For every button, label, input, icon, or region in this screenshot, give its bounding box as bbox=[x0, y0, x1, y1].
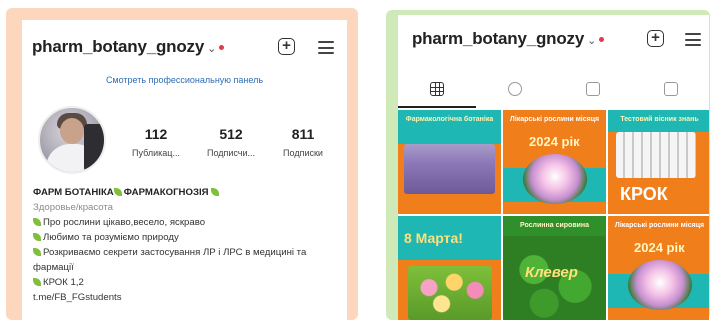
tagged-icon bbox=[664, 82, 678, 96]
bio-line-text: КРОК 1,2 bbox=[43, 277, 84, 288]
post-tile[interactable]: Фармакологічна ботаніка bbox=[398, 110, 501, 214]
grid-username: pharm_botany_gnozy bbox=[412, 29, 585, 48]
tab-grid[interactable] bbox=[398, 72, 476, 108]
post-big-title: КРОК bbox=[620, 184, 668, 204]
bio-line-text: Розкриваємо секрети застосування ЛР і ЛР… bbox=[33, 247, 307, 273]
following-count-label: Подписки bbox=[283, 148, 323, 158]
avatar[interactable] bbox=[38, 106, 106, 174]
bio-line: КРОК 1,2 bbox=[33, 275, 343, 290]
tulips-image bbox=[408, 266, 492, 320]
notification-dot bbox=[599, 37, 605, 43]
bio-name-part1: ФАРМ БОТАНІКА bbox=[33, 187, 114, 198]
profile-panel: pharm_botany_gnozy ⌄ + Смотреть профессио… bbox=[22, 20, 347, 320]
bio-line: Про рослини цікаво,весело, яскраво bbox=[33, 215, 343, 230]
create-post-icon[interactable]: + bbox=[647, 30, 664, 47]
water-lily-image bbox=[628, 260, 692, 310]
tab-tagged[interactable] bbox=[632, 72, 709, 108]
followers-count[interactable]: 512 Подписчи... bbox=[200, 126, 262, 158]
post-heading: Тестовий вісник знань bbox=[620, 116, 699, 123]
following-count[interactable]: 811 Подписки bbox=[272, 126, 334, 158]
tab-guides[interactable] bbox=[554, 72, 632, 108]
bio-category: Здоровье/красота bbox=[33, 202, 114, 213]
tab-reels[interactable] bbox=[476, 72, 554, 108]
posts-count-label: Публикац... bbox=[132, 148, 180, 158]
profile-username-switcher[interactable]: pharm_botany_gnozy ⌄ bbox=[32, 37, 225, 57]
chevron-down-icon: ⌄ bbox=[587, 35, 597, 47]
bio-line: Розкриваємо секрети застосування ЛР і ЛР… bbox=[33, 245, 343, 275]
profile-username: pharm_botany_gnozy bbox=[32, 37, 205, 56]
grid-username-switcher[interactable]: pharm_botany_gnozy ⌄ bbox=[412, 29, 605, 49]
bio-link[interactable]: t.me/FB_FGstudents bbox=[33, 290, 343, 305]
menu-icon[interactable] bbox=[685, 33, 701, 46]
guides-icon bbox=[586, 82, 600, 96]
chevron-down-icon: ⌄ bbox=[207, 43, 217, 55]
post-big-title: Клевер bbox=[525, 264, 578, 281]
leaf-icon bbox=[113, 188, 122, 196]
post-tile[interactable]: Лікарські рослини місяця 2024 рік bbox=[503, 110, 606, 214]
post-tile[interactable]: 8 Марта! bbox=[398, 216, 501, 320]
post-heading: Рослинна сировина bbox=[519, 222, 590, 229]
professional-dashboard-link[interactable]: Смотреть профессиональную панель bbox=[22, 75, 347, 85]
post-tile[interactable]: Рослинна сировина Клевер bbox=[503, 216, 606, 320]
answer-sheet-image bbox=[616, 132, 696, 178]
posts-grid: Фармакологічна ботаніка Лікарські рослин… bbox=[398, 110, 709, 320]
post-heading: Лікарські рослини місяця bbox=[509, 116, 600, 123]
posts-count[interactable]: 112 Публикац... bbox=[125, 126, 187, 158]
bio-line: Любимо та розуміємо природу bbox=[33, 230, 343, 245]
notification-dot bbox=[219, 45, 225, 51]
post-tile[interactable]: Тестовий вісник знань КРОК bbox=[608, 110, 709, 214]
post-heading: Лікарські рослини місяця bbox=[614, 222, 705, 229]
profile-tabs bbox=[398, 72, 709, 108]
posts-count-value: 112 bbox=[144, 126, 168, 142]
lavender-field-image bbox=[404, 144, 495, 194]
leaf-icon bbox=[210, 188, 219, 196]
leaf-icon bbox=[33, 218, 41, 226]
leaf-icon bbox=[33, 278, 41, 286]
water-lily-image bbox=[523, 154, 587, 204]
bio-name-part2: ФАРМАКОГНОЗІЯ bbox=[123, 187, 209, 198]
bio-line-text: Любимо та розуміємо природу bbox=[43, 232, 179, 243]
screenshot-canvas: pharm_botany_gnozy ⌄ + Смотреть профессио… bbox=[0, 0, 711, 320]
post-tile[interactable]: Лікарські рослини місяця 2024 рік bbox=[608, 216, 709, 320]
profile-bio: ФАРМ БОТАНІКА ФАРМАКОГНОЗІЯ Здоровье/крас… bbox=[33, 185, 343, 305]
posts-panel: pharm_botany_gnozy ⌄ + Фармакологічна бот… bbox=[398, 15, 709, 320]
create-post-icon[interactable]: + bbox=[278, 38, 295, 55]
bio-line-text: Про рослини цікаво,весело, яскраво bbox=[43, 217, 206, 228]
followers-count-value: 512 bbox=[219, 126, 243, 142]
leaf-icon bbox=[33, 233, 41, 241]
bio-display-name: ФАРМ БОТАНІКА ФАРМАКОГНОЗІЯ bbox=[33, 185, 343, 200]
post-year: 2024 рік bbox=[634, 240, 685, 255]
post-heading: Фармакологічна ботаніка bbox=[405, 116, 494, 123]
following-count-value: 811 bbox=[291, 126, 315, 142]
menu-icon[interactable] bbox=[318, 41, 334, 54]
grid-icon bbox=[430, 82, 444, 96]
leaf-icon bbox=[33, 248, 41, 256]
reels-icon bbox=[508, 82, 522, 96]
post-year: 2024 рік bbox=[529, 134, 580, 149]
followers-count-label: Подписчи... bbox=[206, 148, 256, 158]
post-big-title: 8 Марта! bbox=[404, 230, 463, 246]
